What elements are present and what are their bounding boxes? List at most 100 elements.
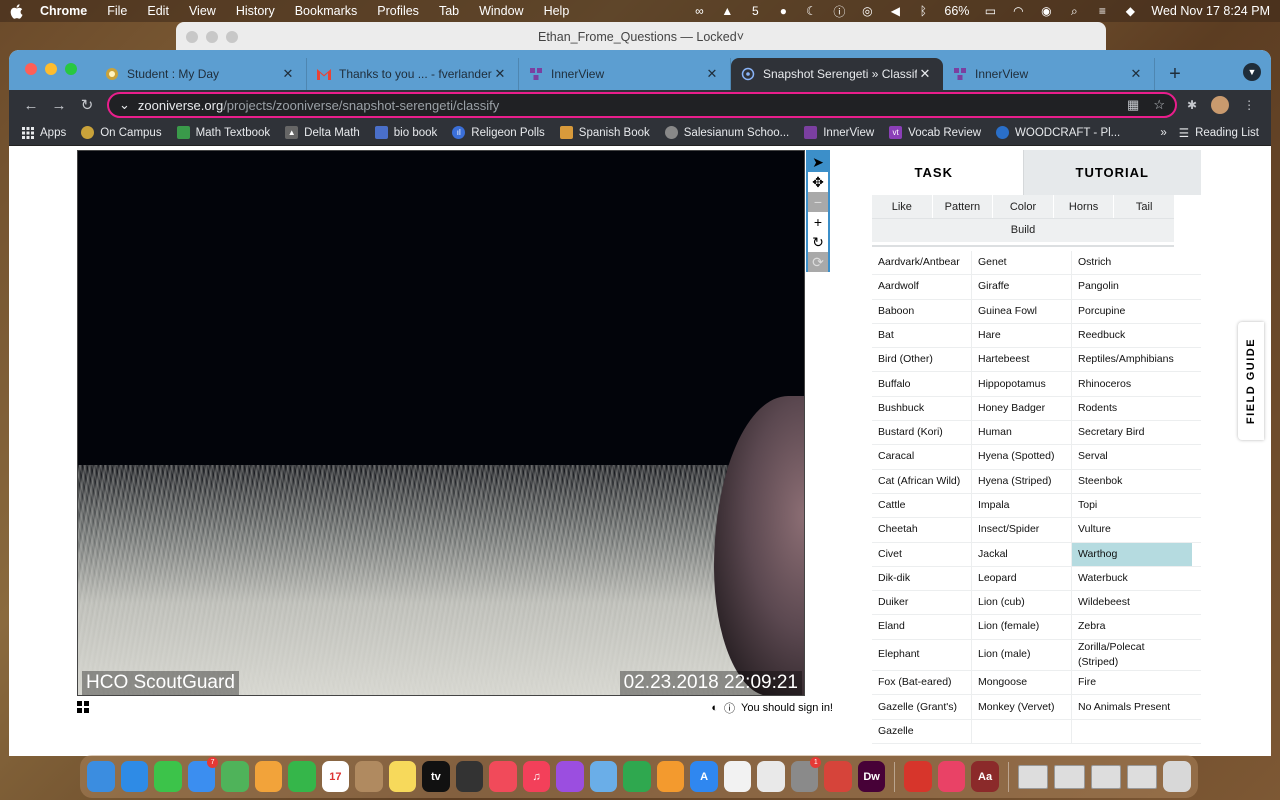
species-option[interactable]: Bustard (Kori) <box>872 421 972 445</box>
species-option[interactable]: Caracal <box>872 445 972 469</box>
minimized-window-thumbnail[interactable] <box>1054 764 1085 789</box>
species-option[interactable]: Rhinoceros <box>1072 372 1192 395</box>
creative-cloud-icon[interactable] <box>937 761 966 792</box>
safari-icon[interactable] <box>120 761 149 792</box>
species-option[interactable]: Genet <box>972 251 1072 275</box>
news-icon[interactable] <box>489 761 517 792</box>
five-status-icon[interactable]: 5 <box>748 4 762 18</box>
bookmark-vocab-review[interactable]: vt Vocab Review <box>889 126 981 139</box>
info-status-icon[interactable]: ⓘ <box>832 4 846 19</box>
species-option[interactable]: Duiker <box>872 591 972 615</box>
species-option[interactable]: Bushbuck <box>872 396 972 421</box>
species-option[interactable]: Bird (Other) <box>872 348 972 372</box>
species-option[interactable]: Mongoose <box>972 671 1072 695</box>
species-option[interactable]: Gazelle (Grant's) <box>872 695 972 719</box>
species-option[interactable]: Zebra <box>1072 615 1192 638</box>
species-option[interactable]: Bat <box>872 323 972 348</box>
reminders-icon[interactable] <box>723 761 752 792</box>
minimized-window-thumbnail[interactable] <box>1126 764 1158 789</box>
wifi-icon[interactable]: ◠ <box>1011 4 1025 18</box>
volume-icon[interactable]: ◀ <box>888 4 902 18</box>
minimize-window-button[interactable] <box>45 63 57 75</box>
siri-icon[interactable]: ◆ <box>1123 4 1137 18</box>
music-icon[interactable]: ♫ <box>522 761 551 792</box>
apple-icon[interactable] <box>10 3 26 19</box>
menu-profiles[interactable]: Profiles <box>377 4 419 18</box>
bookmark-woodcraft[interactable]: WOODCRAFT - Pl... <box>996 126 1120 139</box>
owl-status-icon[interactable]: ● <box>776 4 790 18</box>
notes-icon[interactable] <box>388 761 417 792</box>
bookmark-math-textbook[interactable]: Math Textbook <box>176 126 270 139</box>
species-option[interactable]: Honey Badger <box>972 396 1072 421</box>
facetime-icon[interactable] <box>288 761 316 792</box>
species-option[interactable]: Civet <box>872 542 972 566</box>
pointer-tool-icon[interactable]: ➤ <box>808 152 828 172</box>
species-option[interactable]: Impala <box>972 493 1072 518</box>
stack-icon[interactable] <box>824 761 852 792</box>
finder-icon[interactable] <box>87 761 115 792</box>
species-option[interactable]: Reptiles/Amphibians <box>1072 348 1192 371</box>
tab-task[interactable]: TASK <box>845 150 1023 195</box>
background-window[interactable]: Ethan_Frome_Questions — Locked˅ <box>176 22 1106 52</box>
species-option[interactable]: Jackal <box>972 542 1072 566</box>
filter-like[interactable]: Like <box>872 195 932 218</box>
address-bar[interactable]: ⌄ zooniverse.org /projects/zooniverse/sn… <box>107 92 1177 118</box>
mail-icon[interactable]: 7 <box>187 757 219 792</box>
species-option[interactable]: Cheetah <box>872 518 972 542</box>
camera-trap-image[interactable]: HCO ScoutGuard 02.23.2018 22:09:21 <box>77 150 805 696</box>
preview-icon[interactable] <box>589 761 618 792</box>
species-option[interactable]: Giraffe <box>972 275 1072 299</box>
dreamweaver-icon[interactable]: Dw <box>857 761 886 792</box>
menu-bookmarks[interactable]: Bookmarks <box>295 4 358 18</box>
tab-student-my-day[interactable]: Student : My Day ✕ <box>95 58 307 90</box>
species-option[interactable]: Lion (cub) <box>972 591 1072 615</box>
maps-icon[interactable] <box>221 761 249 792</box>
drive-status-icon[interactable]: ▲ <box>720 4 734 18</box>
extensions-puzzle-icon[interactable]: ✱ <box>1187 98 1197 112</box>
dictionary-icon[interactable]: Aa <box>971 761 999 792</box>
close-tab-icon[interactable]: ✕ <box>1128 66 1144 82</box>
species-option[interactable]: Hyena (Spotted) <box>972 445 1072 469</box>
filter-horns[interactable]: Horns <box>1052 195 1114 218</box>
bookmark-star-icon[interactable]: ☆ <box>1153 97 1165 113</box>
species-option[interactable]: Fox (Bat-eared) <box>872 671 972 695</box>
menu-edit[interactable]: Edit <box>147 4 169 18</box>
menu-tab[interactable]: Tab <box>439 4 459 18</box>
close-tab-icon[interactable]: ✕ <box>280 66 296 82</box>
species-option[interactable]: Porcupine <box>1072 300 1192 323</box>
species-option[interactable]: Serval <box>1072 445 1192 468</box>
species-option[interactable]: Leopard <box>972 566 1072 591</box>
appstore-icon[interactable]: A <box>690 761 718 792</box>
zoom-out-icon[interactable]: − <box>808 192 828 212</box>
system-preferences-icon[interactable]: 1 <box>790 757 822 792</box>
species-option[interactable]: Hare <box>972 323 1072 348</box>
bookmark-apps[interactable]: Apps <box>21 126 66 139</box>
minimized-window-thumbnail[interactable] <box>1017 764 1049 789</box>
species-option[interactable]: Guinea Fowl <box>972 299 1072 323</box>
close-tab-icon[interactable]: ✕ <box>704 66 720 82</box>
filter-tail[interactable]: Tail <box>1113 195 1174 218</box>
minimized-window-thumbnail[interactable] <box>1090 764 1121 789</box>
menu-history[interactable]: History <box>236 4 275 18</box>
numbers-icon[interactable] <box>623 761 651 792</box>
bookmark-religeon-polls[interactable]: ıl Religeon Polls <box>452 126 545 139</box>
species-option[interactable]: Waterbuck <box>1072 567 1192 590</box>
photos-icon[interactable] <box>254 761 283 792</box>
profile-avatar[interactable] <box>1211 96 1230 114</box>
airplay-icon[interactable]: ◎ <box>860 4 874 18</box>
species-option[interactable]: Secretary Bird <box>1072 421 1192 444</box>
species-option[interactable]: Monkey (Vervet) <box>972 695 1072 719</box>
reading-list-button[interactable]: ☰ Reading List <box>1179 126 1259 140</box>
species-option[interactable]: Lion (male) <box>972 639 1072 671</box>
spotlight-icon[interactable]: ⌕ <box>1067 4 1081 18</box>
clock[interactable]: Wed Nov 17 8:24 PM <box>1151 4 1270 18</box>
close-window-button[interactable] <box>25 63 37 75</box>
contrast-icon[interactable]: ◐ <box>711 702 718 714</box>
species-option[interactable]: Hartebeest <box>972 348 1072 372</box>
more-bookmarks-button[interactable]: » <box>1160 127 1166 139</box>
species-option[interactable]: Aardwolf <box>872 275 972 299</box>
contacts-icon[interactable] <box>355 761 383 792</box>
close-tab-icon[interactable]: ✕ <box>917 66 933 82</box>
species-option[interactable]: Human <box>972 421 1072 445</box>
species-option[interactable]: No Animals Present <box>1072 695 1192 718</box>
